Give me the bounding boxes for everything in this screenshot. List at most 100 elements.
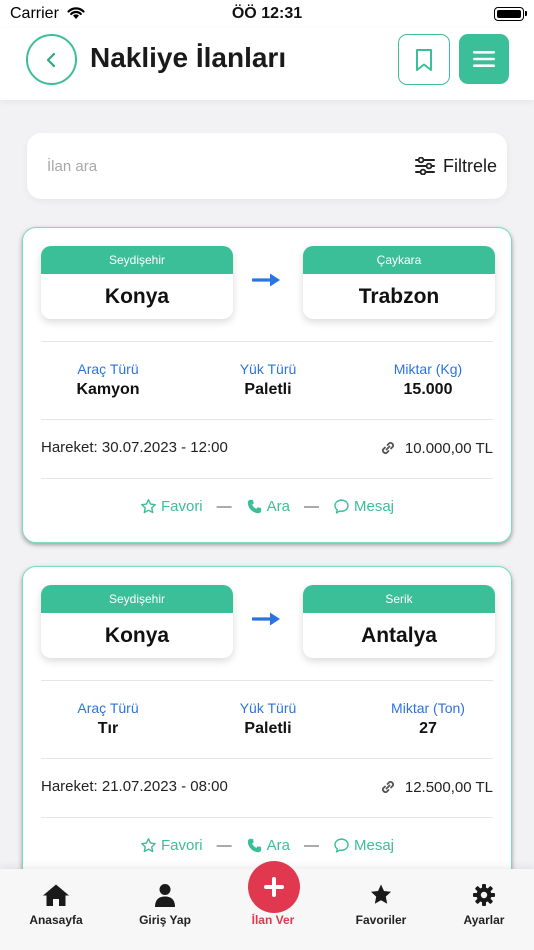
favorite-button[interactable]: Favori: [140, 498, 203, 515]
bookmark-button[interactable]: [398, 34, 450, 85]
star-icon: [371, 884, 391, 904]
status-time: ÖÖ 12:31: [231, 5, 303, 22]
chevron-left-icon: [46, 52, 55, 67]
call-label: Ara: [266, 498, 290, 515]
phone-icon: [247, 838, 261, 853]
tab-settings-label: Ayarlar: [463, 913, 505, 927]
status-bar: Carrier ÖÖ 12:31: [0, 0, 534, 28]
listing-card[interactable]: Seydişehir Konya Serik Antalya Araç Türü…: [22, 566, 512, 882]
separator: —: [216, 498, 232, 515]
message-label: Mesaj: [354, 837, 395, 854]
separator: —: [216, 837, 232, 854]
load-type: Yük Türü Paletli: [183, 361, 353, 399]
load-type-value: Paletli: [244, 720, 292, 737]
tab-settings[interactable]: Ayarlar: [430, 883, 534, 927]
tab-login[interactable]: Giriş Yap: [111, 883, 219, 927]
origin-city: Konya: [104, 285, 170, 308]
sliders-icon: [414, 157, 435, 175]
tab-home-label: Anasayfa: [29, 913, 83, 927]
divider: [41, 419, 493, 420]
tab-add-listing-label: İlan Ver: [251, 913, 295, 927]
destination-city: Antalya: [361, 624, 437, 647]
bookmark-icon: [416, 48, 432, 71]
back-button[interactable]: [26, 34, 77, 85]
tab-favorites[interactable]: Favoriler: [327, 883, 435, 927]
user-icon: [155, 884, 175, 907]
chat-bubble-icon: [334, 499, 349, 514]
vehicle-type: Araç Türü Tır: [23, 700, 193, 738]
star-outline-icon: [141, 499, 156, 514]
call-label: Ara: [266, 837, 290, 854]
divider: [41, 478, 493, 479]
destination-district: Çaykara: [303, 246, 495, 274]
vehicle-type-value: Tır: [97, 720, 119, 737]
favorite-label: Favori: [160, 837, 203, 854]
tab-favorites-label: Favoriler: [355, 913, 407, 927]
destination-box: Serik Antalya: [303, 585, 495, 658]
menu-button[interactable]: [459, 34, 509, 84]
vehicle-type-label: Araç Türü: [77, 361, 139, 377]
origin-city: Konya: [104, 624, 170, 647]
origin-district: Seydişehir: [41, 585, 233, 613]
gear-icon: [473, 884, 495, 906]
listing-actions: Favori — Ara — Mesaj: [23, 837, 511, 854]
amount-label: Miktar (Ton): [391, 700, 465, 716]
star-outline-icon: [141, 838, 156, 853]
call-button[interactable]: Ara: [246, 498, 290, 515]
destination-district: Serik: [303, 585, 495, 613]
message-button[interactable]: Mesaj: [333, 837, 394, 854]
load-type: Yük Türü Paletli: [183, 700, 353, 738]
divider: [41, 341, 493, 342]
listing-card[interactable]: Seydişehir Konya Çaykara Trabzon Araç Tü…: [22, 227, 512, 543]
price-value: 10.000,00 TL: [404, 439, 493, 457]
load-type-value: Paletli: [244, 381, 292, 398]
origin-box: Seydişehir Konya: [41, 246, 233, 319]
destination-box: Çaykara Trabzon: [303, 246, 495, 319]
link-icon: [381, 781, 394, 793]
add-listing-button[interactable]: [248, 861, 300, 913]
search-input[interactable]: [47, 153, 387, 179]
amount-label: Miktar (Kg): [393, 361, 463, 377]
listing-actions: Favori — Ara — Mesaj: [23, 498, 511, 515]
phone-icon: [247, 499, 261, 514]
origin-district: Seydişehir: [41, 246, 233, 274]
call-button[interactable]: Ara: [246, 837, 290, 854]
vehicle-type: Araç Türü Kamyon: [23, 361, 193, 399]
price: 12.500,00 TL: [379, 778, 493, 796]
arrow-right-icon: [252, 612, 280, 626]
tab-home[interactable]: Anasayfa: [2, 883, 110, 927]
separator: —: [304, 837, 319, 854]
destination-city: Trabzon: [358, 285, 440, 308]
amount-value: 27: [419, 720, 437, 737]
vehicle-type-label: Araç Türü: [77, 700, 139, 716]
amount: Miktar (Kg) 15.000: [343, 361, 513, 399]
separator: —: [304, 498, 319, 515]
departure-time: Hareket: 21.07.2023 - 08:00: [41, 778, 228, 795]
header: Nakliye İlanları: [0, 28, 534, 100]
hamburger-icon: [473, 51, 495, 67]
plus-icon: [264, 877, 284, 897]
departure-time: Hareket: 30.07.2023 - 12:00: [41, 439, 228, 456]
home-icon: [43, 884, 69, 906]
load-type-label: Yük Türü: [239, 361, 297, 377]
message-label: Mesaj: [354, 498, 395, 515]
page-title: Nakliye İlanları: [90, 42, 287, 73]
link-icon: [381, 442, 394, 454]
message-button[interactable]: Mesaj: [333, 498, 394, 515]
amount: Miktar (Ton) 27: [343, 700, 513, 738]
amount-value: 15.000: [403, 381, 453, 398]
arrow-right-icon: [252, 273, 280, 287]
filter-button[interactable]: Filtrele: [414, 153, 497, 179]
divider: [41, 758, 493, 759]
favorite-button[interactable]: Favori: [140, 837, 203, 854]
price-value: 12.500,00 TL: [404, 778, 493, 796]
tab-bar: Anasayfa Giriş Yap İlan Ver Favoriler Ay…: [0, 861, 534, 950]
tab-add-listing[interactable]: İlan Ver: [219, 913, 327, 927]
favorite-label: Favori: [160, 498, 203, 515]
vehicle-type-value: Kamyon: [76, 381, 140, 398]
divider: [41, 817, 493, 818]
origin-box: Seydişehir Konya: [41, 585, 233, 658]
load-type-label: Yük Türü: [239, 700, 297, 716]
price: 10.000,00 TL: [379, 439, 493, 457]
battery-icon: [494, 7, 527, 21]
